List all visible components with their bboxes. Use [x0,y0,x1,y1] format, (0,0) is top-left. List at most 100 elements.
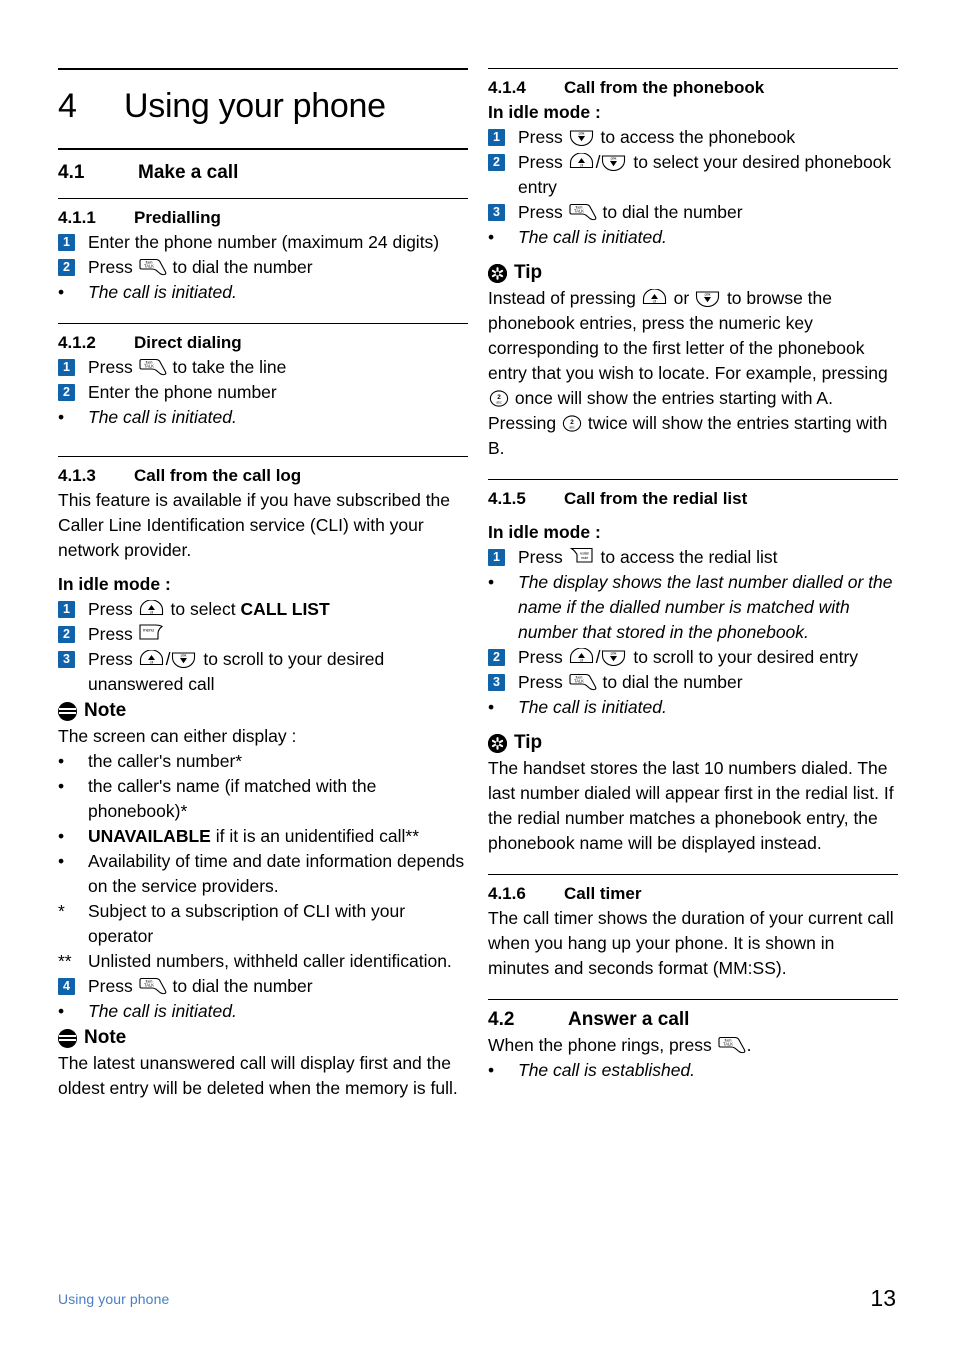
step-item: 2 Press cll / pbk to select your desired… [488,150,898,200]
note-icon [58,701,77,721]
section-heading-4-1-2: 4.1.2 Direct dialing [58,332,468,354]
result-bullet: • The display shows the last number dial… [488,570,898,645]
footnote-text: Unlisted numbers, withheld caller identi… [88,951,452,971]
tip-text: The handset stores the last 10 numbers d… [488,758,894,853]
list-item: • Availability of time and date informat… [58,849,468,899]
down-arrow-pbk-key-icon: pbk [600,153,628,173]
step-badge-2: 2 [58,384,75,401]
step-badge-1: 1 [488,549,505,566]
right-column: 4.1.4 Call from the phonebook In idle mo… [488,68,898,1083]
chapter-title-text: Using your phone [124,87,386,125]
footnote-marker: * [58,901,65,921]
step-item: 2 Enter the phone number [58,380,468,405]
svg-text:pbk: pbk [578,132,584,136]
section-number-4-1-1: 4.1.1 [58,208,96,227]
talk-key-icon: flash TALK [138,258,168,278]
up-arrow-cll-key-icon: cll [568,648,596,668]
svg-text:pbk: pbk [611,157,617,161]
section-heading-4-1-5: 4.1.5 Call from the redial list [488,488,898,510]
section-heading-4-1-3: 4.1.3 Call from the call log [58,465,468,487]
tip-label: Tip [514,732,543,753]
numeric-key-2-icon: 2 abc [488,389,510,409]
up-arrow-cll-key-icon: cll [138,650,166,670]
svg-text:abc: abc [496,400,502,404]
tip-callout-heading: Tip [488,261,898,285]
left-column: 4 Using your phone 4.1 Make a call 4.1.1… [58,68,468,1101]
note-callout-heading: Note [58,1026,468,1050]
note-intro-text: The screen can either display : [58,726,297,746]
divider-section-415 [488,479,898,480]
talk-key-icon: flash TALK [568,673,598,693]
divider-section-41 [58,148,468,150]
note-label: Note [84,1027,127,1048]
section-title-4-1: Make a call [138,162,239,183]
step-badge-1: 1 [58,601,75,618]
svg-text:abc: abc [569,425,575,429]
step-text: Press flash TALK to take the line [88,357,287,377]
down-arrow-pbk-key-icon: pbk [694,289,722,309]
section-title-4-1-3: Call from the call log [134,466,302,485]
bullet-text: Availability of time and date informatio… [88,851,465,896]
tip-icon [488,263,507,283]
menu-key-icon: menu [138,623,166,645]
step-badge-2: 2 [58,259,75,276]
bullet-marker: • [488,697,495,717]
step-item: 1 Press pbk to access the phonebook [488,125,898,150]
step-text: Enter the phone number (maximum 24 digit… [88,232,440,252]
divider-section-411 [58,198,468,199]
divider-section-416 [488,874,898,875]
bullet-marker: • [58,407,65,427]
step-text: Press redial/mute to access the redial l… [518,546,778,568]
note-text: The latest unanswered call will display … [58,1053,458,1098]
section-number-4-1-3: 4.1.3 [58,466,96,485]
step-text: Press pbk to access the phonebook [518,127,796,148]
svg-text:cll: cll [579,164,583,168]
step-text: Press flash TALK to dial the number [88,257,313,278]
footnote-text: Subject to a subscription of CLI with yo… [88,901,406,946]
divider-section-414 [488,68,898,69]
step-text: Press cll to select CALL LIST [88,599,330,619]
bullet-text: The call is initiated. [518,697,667,717]
step-badge-1: 1 [58,234,75,251]
bullet-text: the caller's number* [88,751,243,771]
divider-section-413 [58,456,468,457]
bullet-marker: • [58,826,65,846]
svg-text:TALK: TALK [144,363,154,368]
svg-text:TALK: TALK [574,678,584,683]
section-number-4-1-4: 4.1.4 [488,78,526,97]
idle-mode-heading: In idle mode : [58,574,171,594]
bullet-text: The call is initiated. [88,282,237,302]
result-bullet: • The call is initiated. [488,225,898,250]
bullet-marker: • [58,776,65,796]
step-badge-2: 2 [488,154,505,171]
up-arrow-cll-key-icon: cll [641,289,669,309]
step-item: 3 Press cll / pbk to scroll to your desi… [58,647,468,697]
numeric-key-2-icon: 2 abc [561,414,583,434]
section-title-4-1-4: Call from the phonebook [564,78,765,97]
step-text: Press cll / pbk to scroll to your desire… [88,649,385,694]
redial-mute-key-icon: redial/mute [568,546,596,568]
footnote-item: * Subject to a subscription of CLI with … [58,899,468,949]
svg-text:pbk: pbk [705,293,711,297]
step-item: 1 Press cll to select CALL LIST [58,597,468,622]
list-item: • the caller's number* [58,749,468,774]
svg-text:cll: cll [149,661,153,665]
svg-text:TALK: TALK [723,1041,733,1046]
step-badge-1: 1 [58,359,75,376]
bullet-marker: • [58,282,65,302]
step-text: Press flash TALK to dial the number [88,976,313,996]
svg-text:TALK: TALK [144,982,154,987]
step-text: Press cll / pbk to select your desired p… [518,152,892,197]
svg-text:cll: cll [653,300,657,304]
section-text-4-1-6: The call timer shows the duration of you… [488,908,894,978]
step-text: Press menu [88,622,468,647]
chapter-number: 4 [58,87,77,125]
section-intro-text: This feature is available if you have su… [58,490,451,560]
step-item: 1 Enter the phone number (maximum 24 dig… [58,230,468,255]
section-number-4-1-6: 4.1.6 [488,884,526,903]
tip-text: Instead of pressing cll or pbk to browse… [488,288,888,458]
result-bullet: • The call is initiated. [488,695,898,720]
down-arrow-pbk-key-icon: pbk [568,128,596,148]
note-icon [58,1028,77,1048]
bullet-marker: • [488,1060,495,1080]
